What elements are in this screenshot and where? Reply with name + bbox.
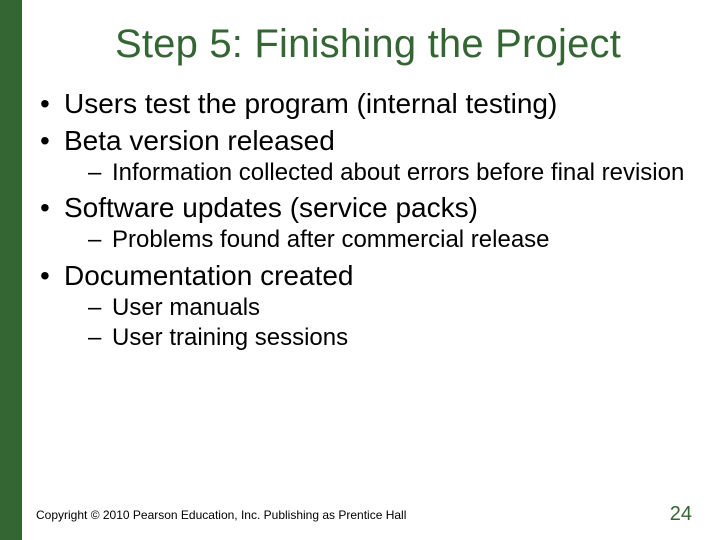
bullet-list: Users test the program (internal testing… [36, 87, 700, 352]
page-number: 24 [670, 503, 692, 526]
sub-bullet-list: Information collected about errors befor… [64, 159, 700, 187]
content-area: Step 5: Finishing the Project Users test… [36, 22, 700, 356]
sub-bullet-item: Information collected about errors befor… [64, 159, 700, 187]
copyright-text: Copyright © 2010 Pearson Education, Inc.… [36, 508, 406, 522]
bullet-item: Beta version released Information collec… [36, 124, 700, 187]
accent-bar [0, 0, 22, 540]
bullet-text: Beta version released [64, 125, 335, 156]
bullet-text: Users test the program (internal testing… [64, 88, 557, 119]
slide-title: Step 5: Finishing the Project [36, 22, 700, 67]
sub-bullet-item: Problems found after commercial release [64, 226, 700, 254]
bullet-item: Documentation created User manuals User … [36, 259, 700, 353]
sub-bullet-text: Problems found after commercial release [112, 226, 550, 253]
bullet-text: Documentation created [64, 260, 354, 291]
sub-bullet-list: User manuals User training sessions [64, 294, 700, 353]
bullet-item: Users test the program (internal testing… [36, 87, 700, 120]
sub-bullet-text: User manuals [112, 294, 260, 321]
bullet-text: Software updates (service packs) [64, 192, 478, 223]
sub-bullet-text: Information collected about errors befor… [112, 159, 684, 186]
slide: Step 5: Finishing the Project Users test… [0, 0, 720, 540]
sub-bullet-item: User training sessions [64, 324, 700, 352]
sub-bullet-item: User manuals [64, 294, 700, 322]
sub-bullet-text: User training sessions [112, 324, 348, 351]
bullet-item: Software updates (service packs) Problem… [36, 191, 700, 254]
sub-bullet-list: Problems found after commercial release [64, 226, 700, 254]
